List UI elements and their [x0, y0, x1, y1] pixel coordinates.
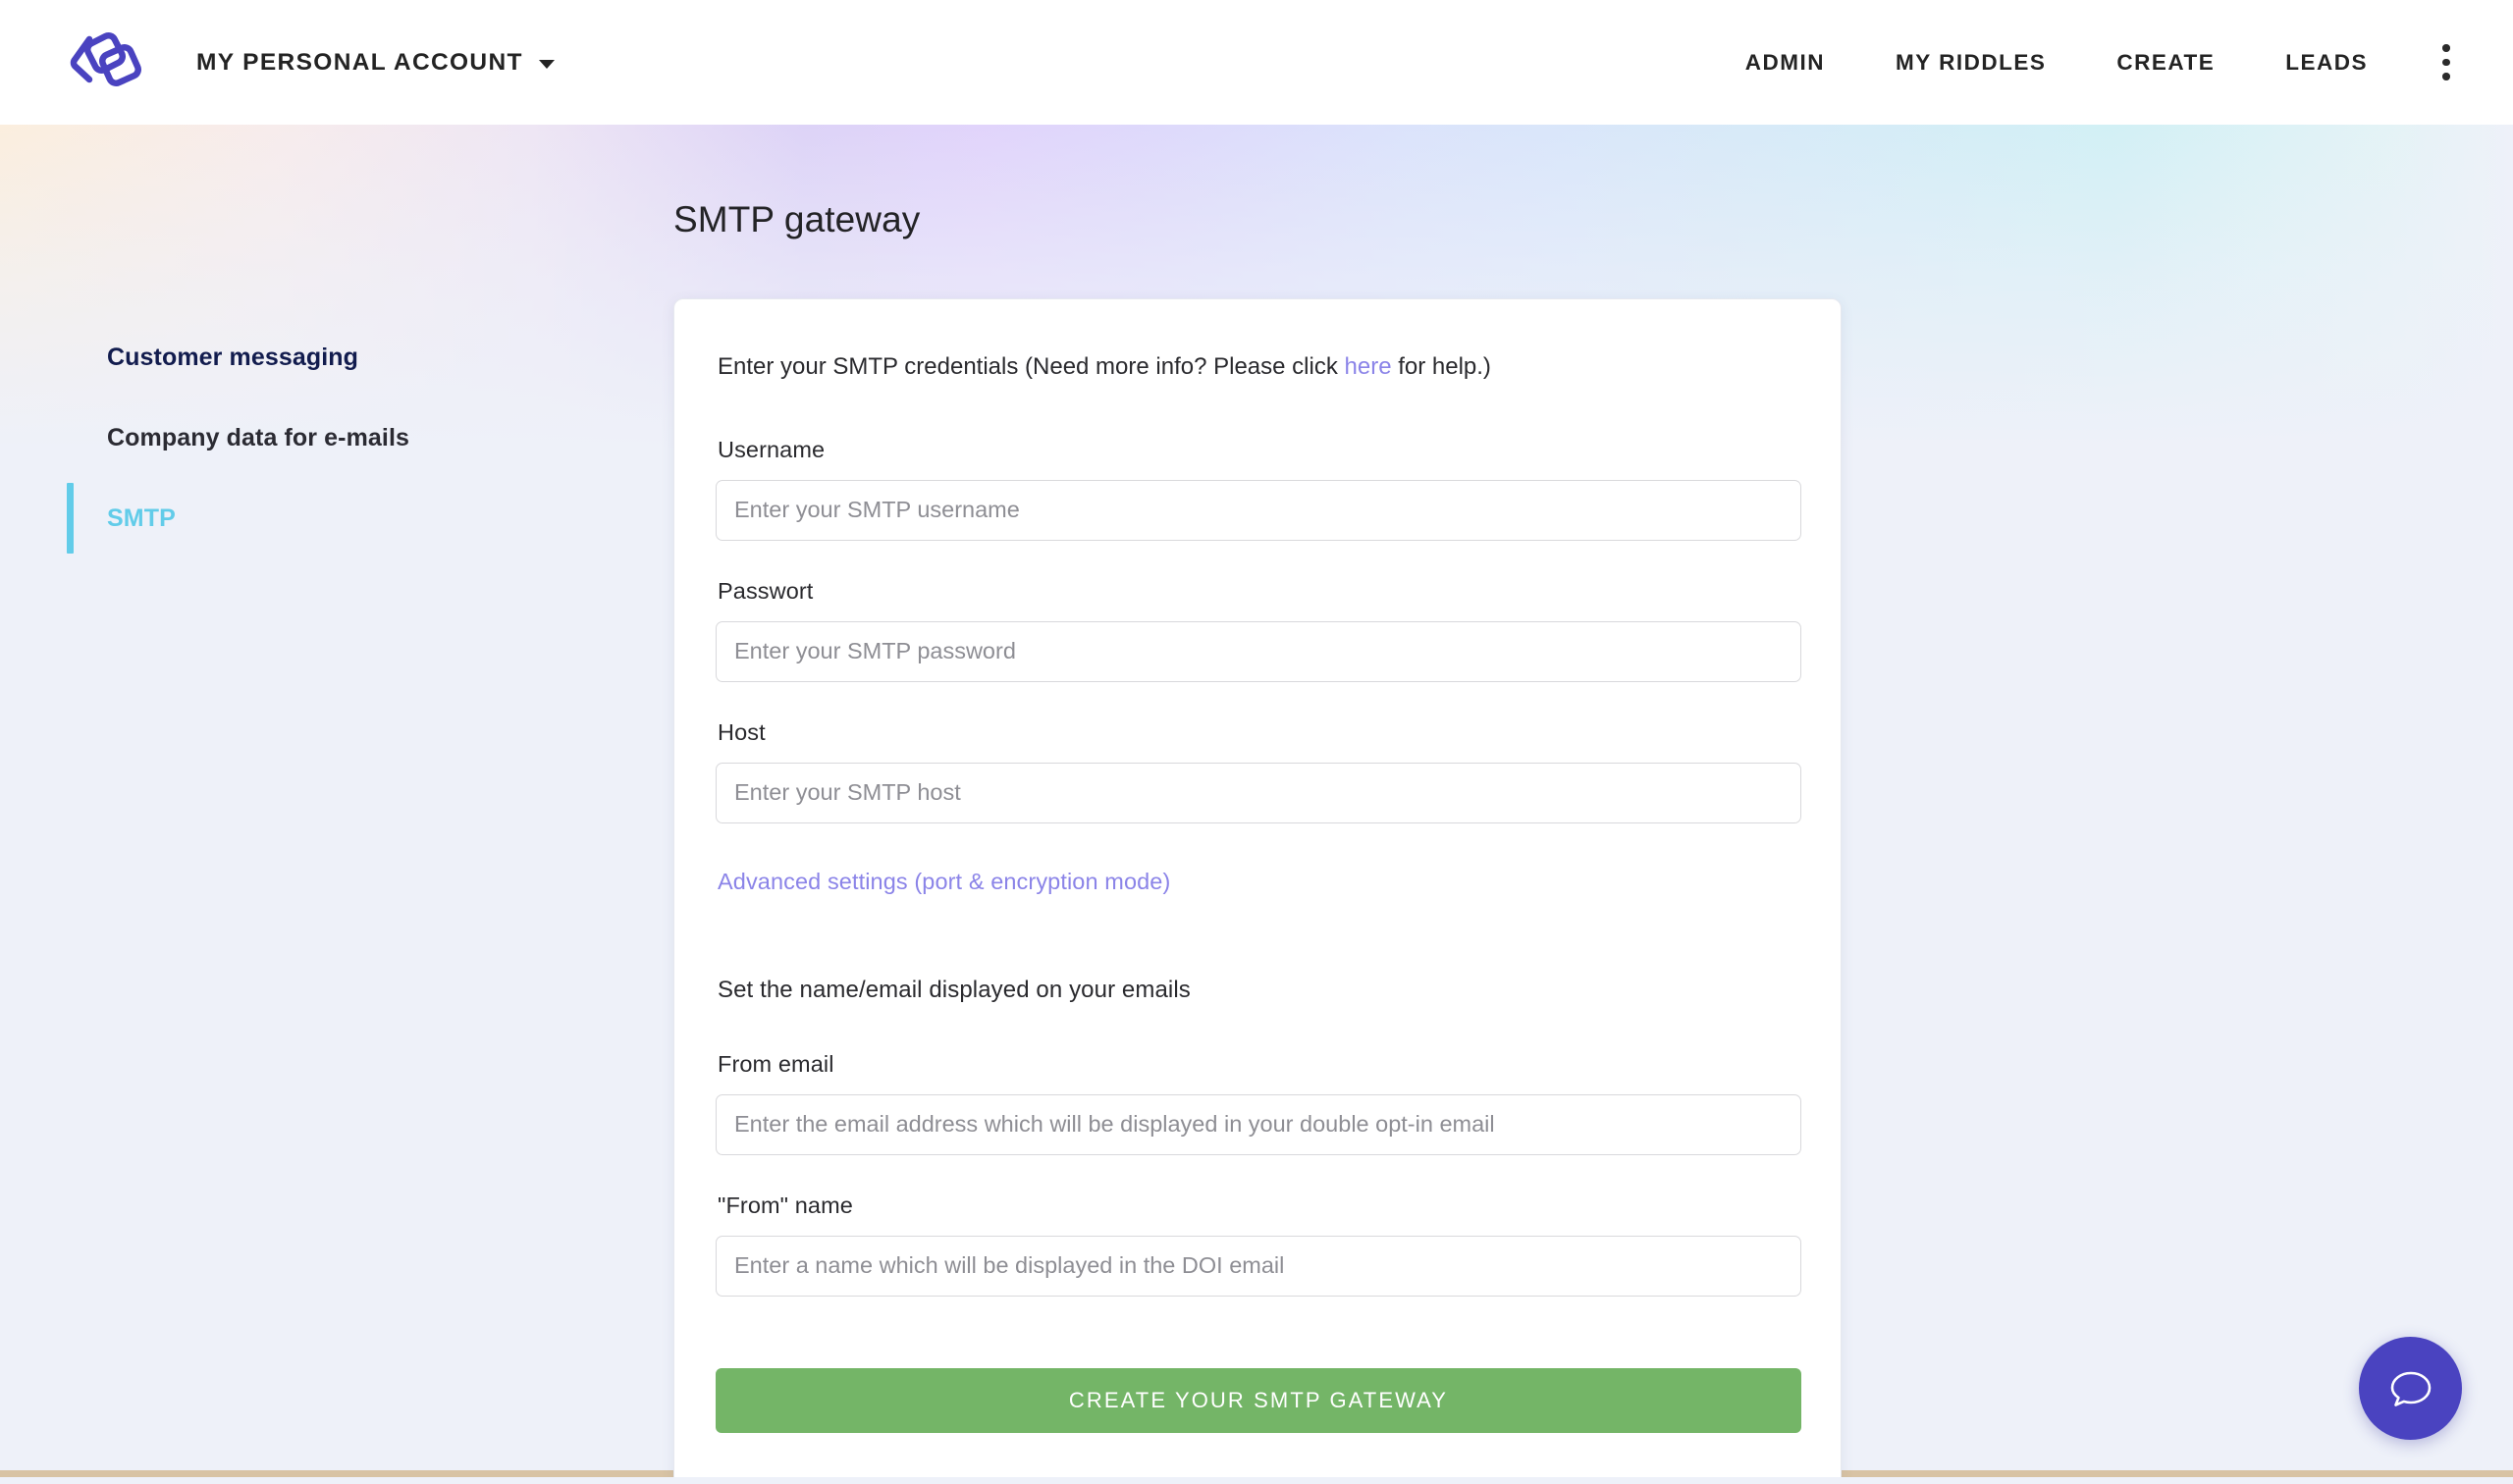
overlapping-squares-logo-icon[interactable] — [57, 21, 141, 105]
password-field-group: Passwort — [716, 577, 1801, 682]
kebab-dot — [2442, 58, 2450, 67]
kebab-dot — [2442, 73, 2450, 80]
host-input[interactable] — [716, 762, 1801, 823]
intro-text-before-link: Enter your SMTP credentials (Need more i… — [718, 353, 1345, 380]
sidebar-item-label: Customer messaging — [107, 343, 359, 371]
from-name-label: "From" name — [718, 1192, 853, 1218]
kebab-menu-icon[interactable] — [2421, 34, 2472, 91]
chat-launcher-button[interactable] — [2359, 1337, 2462, 1440]
sidebar-item-label: SMTP — [107, 504, 176, 532]
smtp-gateway-form-card: Enter your SMTP credentials (Need more i… — [673, 298, 1842, 1477]
sidebar-item-company-data-for-emails[interactable]: Company data for e-mails — [67, 398, 616, 478]
page-canvas: Customer messaging Company data for e-ma… — [0, 125, 2513, 1477]
intro-text: Enter your SMTP credentials (Need more i… — [716, 350, 1799, 385]
main-navigation: ADMIN MY RIDDLES CREATE LEADS — [1710, 34, 2513, 91]
intro-text-after-link: for help.) — [1391, 353, 1491, 380]
username-field-group: Username — [716, 436, 1801, 541]
sender-section-heading: Set the name/email displayed on your ema… — [718, 976, 1191, 1003]
chevron-down-icon — [538, 59, 555, 69]
active-indicator-bar — [67, 483, 74, 554]
chat-bubble-icon — [2385, 1363, 2436, 1414]
nav-item-my-riddles[interactable]: MY RIDDLES — [1860, 50, 2081, 76]
brand-block: MY PERSONAL ACCOUNT — [0, 21, 555, 105]
sidebar-item-customer-messaging[interactable]: Customer messaging — [67, 317, 616, 398]
main-content: SMTP gateway Enter your SMTP credentials… — [673, 125, 1842, 1477]
account-switcher-label: MY PERSONAL ACCOUNT — [196, 48, 523, 76]
sidebar-item-smtp[interactable]: SMTP — [67, 478, 616, 558]
nav-item-admin[interactable]: ADMIN — [1710, 50, 1860, 76]
from-email-field-group: From email — [716, 1050, 1801, 1155]
host-field-group: Host — [716, 718, 1801, 823]
help-link[interactable]: here — [1345, 353, 1392, 380]
from-email-label: From email — [718, 1050, 834, 1077]
password-input[interactable] — [716, 620, 1801, 682]
username-label: Username — [718, 436, 826, 462]
account-switcher[interactable]: MY PERSONAL ACCOUNT — [196, 49, 555, 77]
kebab-dot — [2442, 44, 2450, 52]
page-title: SMTP gateway — [673, 199, 921, 239]
password-label: Passwort — [718, 577, 814, 604]
from-name-field-group: "From" name — [716, 1192, 1801, 1297]
settings-sidebar: Customer messaging Company data for e-ma… — [67, 317, 616, 558]
from-email-input[interactable] — [716, 1093, 1801, 1155]
advanced-settings-link[interactable]: Advanced settings (port & encryption mod… — [718, 869, 1170, 895]
username-input[interactable] — [716, 479, 1801, 541]
nav-item-leads[interactable]: LEADS — [2250, 50, 2403, 76]
top-navigation-bar: MY PERSONAL ACCOUNT ADMIN MY RIDDLES CRE… — [0, 0, 2513, 125]
from-name-input[interactable] — [716, 1235, 1801, 1297]
sidebar-item-label: Company data for e-mails — [107, 423, 410, 451]
create-smtp-gateway-button[interactable]: CREATE YOUR SMTP GATEWAY — [716, 1367, 1801, 1433]
host-label: Host — [718, 718, 766, 745]
nav-item-create[interactable]: CREATE — [2081, 50, 2250, 76]
